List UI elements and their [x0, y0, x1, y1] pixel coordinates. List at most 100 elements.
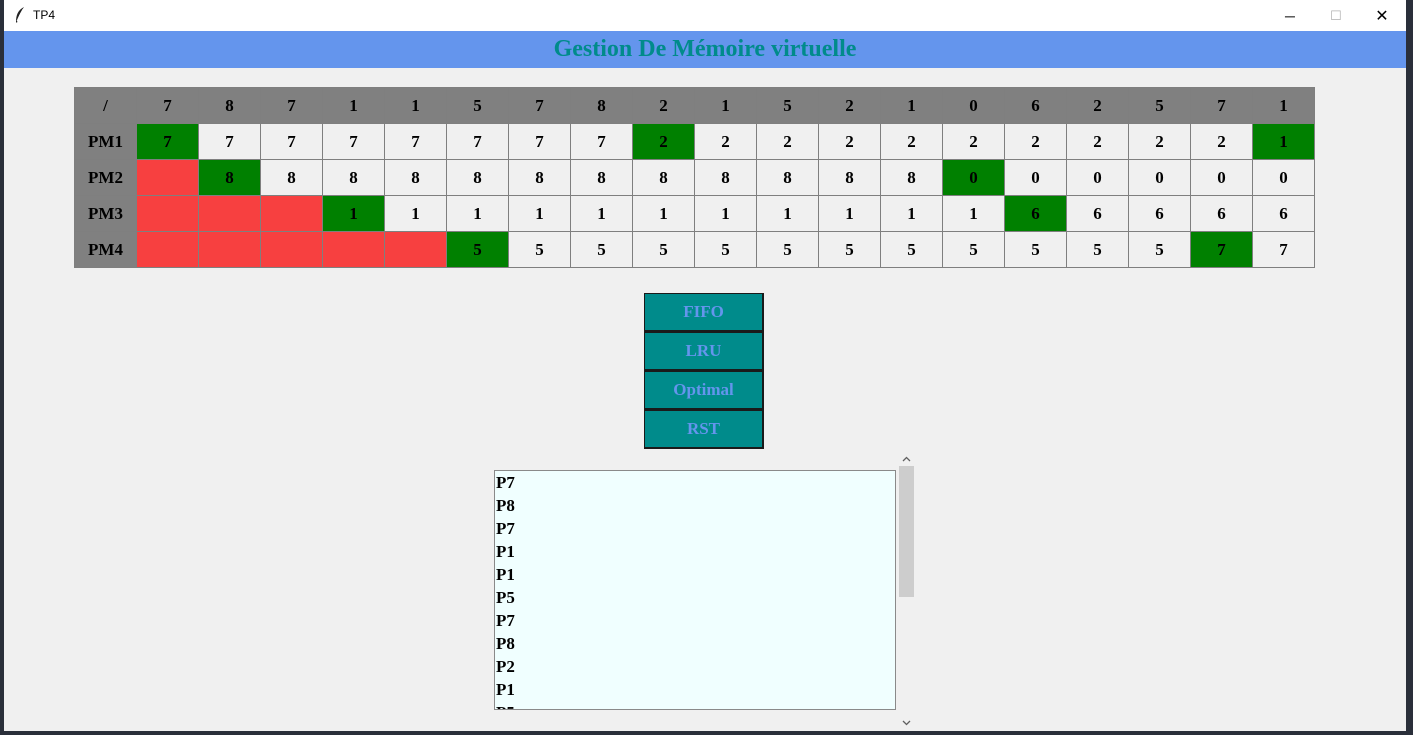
- frame-cell: 7: [322, 123, 385, 160]
- reference-cell: 1: [694, 87, 757, 124]
- reference-cell: 0: [942, 87, 1005, 124]
- page-fault-cell: 2: [632, 123, 695, 160]
- frame-cell: 1: [632, 195, 695, 232]
- list-item[interactable]: P7: [495, 517, 895, 540]
- list-item[interactable]: P8: [495, 494, 895, 517]
- log-scrollbar[interactable]: [898, 452, 915, 730]
- frame-cell: 2: [1004, 123, 1067, 160]
- frame-cell: 6: [1190, 195, 1253, 232]
- reference-cell: 2: [1066, 87, 1129, 124]
- list-item[interactable]: P2: [495, 655, 895, 678]
- frame-cell: 2: [818, 123, 881, 160]
- empty-frame-cell: [136, 231, 199, 268]
- optimal-button[interactable]: Optimal: [644, 371, 764, 410]
- reference-cell: 1: [322, 87, 385, 124]
- frame-cell: 7: [508, 123, 571, 160]
- reference-cell: 2: [818, 87, 881, 124]
- frame-cell: 1: [570, 195, 633, 232]
- frame-cell: 7: [1252, 231, 1315, 268]
- page-fault-cell: 6: [1004, 195, 1067, 232]
- frame-cell: 2: [1066, 123, 1129, 160]
- frame-cell: 5: [1004, 231, 1067, 268]
- frame-cell: 6: [1252, 195, 1315, 232]
- frame-cell: 7: [570, 123, 633, 160]
- list-item[interactable]: P1: [495, 540, 895, 563]
- reference-cell: 8: [198, 87, 261, 124]
- frame-cell: 2: [1128, 123, 1191, 160]
- frame-cell: 6: [1066, 195, 1129, 232]
- fifo-button[interactable]: FIFO: [644, 293, 764, 332]
- frame-cell: 5: [942, 231, 1005, 268]
- frame-cell: 1: [880, 195, 943, 232]
- list-item[interactable]: P1: [495, 563, 895, 586]
- minimize-button[interactable]: ─: [1267, 0, 1313, 31]
- maximize-button[interactable]: ☐: [1313, 0, 1359, 31]
- frame-cell: 5: [694, 231, 757, 268]
- reference-cell: 7: [1190, 87, 1253, 124]
- frame-cell: 8: [880, 159, 943, 196]
- reference-cell: 7: [136, 87, 199, 124]
- frame-cell: 5: [880, 231, 943, 268]
- list-item[interactable]: P5: [495, 701, 895, 709]
- frame-label: PM3: [74, 195, 137, 232]
- frame-cell: 5: [508, 231, 571, 268]
- algorithm-buttons: FIFO LRU Optimal RST: [644, 293, 764, 449]
- close-button[interactable]: ✕: [1359, 0, 1405, 31]
- window-title: TP4: [33, 8, 56, 22]
- empty-frame-cell: [322, 231, 385, 268]
- frame-row: PM3 1 1 1 1 1 1 1 1 1 1 1 6 6 6 6 6: [74, 195, 1315, 232]
- frame-cell: 0: [1128, 159, 1191, 196]
- frame-cell: 8: [818, 159, 881, 196]
- reference-cell: 7: [508, 87, 571, 124]
- frame-cell: 1: [818, 195, 881, 232]
- reference-cell: 5: [1128, 87, 1191, 124]
- corner-cell: /: [74, 87, 137, 124]
- frame-cell: 2: [694, 123, 757, 160]
- reset-button[interactable]: RST: [644, 410, 764, 449]
- frame-cell: 7: [198, 123, 261, 160]
- list-item[interactable]: P5: [495, 586, 895, 609]
- chevron-up-icon[interactable]: [898, 452, 915, 466]
- page-fault-cell: 5: [446, 231, 509, 268]
- list-item[interactable]: P7: [495, 471, 895, 494]
- scrollbar-thumb[interactable]: [899, 466, 914, 597]
- page-fault-cell: 1: [1252, 123, 1315, 160]
- empty-frame-cell: [198, 231, 261, 268]
- frame-cell: 1: [942, 195, 1005, 232]
- frame-cell: 8: [260, 159, 323, 196]
- frame-cell: 5: [818, 231, 881, 268]
- page-fault-cell: 8: [198, 159, 261, 196]
- frame-label: PM4: [74, 231, 137, 268]
- frame-cell: 8: [756, 159, 819, 196]
- frame-cell: 1: [446, 195, 509, 232]
- app-window: TP4 ─ ☐ ✕ Gestion De Mémoire virtuelle /…: [4, 0, 1406, 731]
- frame-cell: 5: [632, 231, 695, 268]
- frame-label: PM2: [74, 159, 137, 196]
- empty-frame-cell: [198, 195, 261, 232]
- list-item[interactable]: P1: [495, 678, 895, 701]
- header-banner: Gestion De Mémoire virtuelle: [4, 31, 1406, 68]
- empty-frame-cell: [260, 195, 323, 232]
- frame-cell: 5: [570, 231, 633, 268]
- frame-cell: 7: [260, 123, 323, 160]
- frame-cell: 0: [1252, 159, 1315, 196]
- page-fault-cell: 7: [1190, 231, 1253, 268]
- reference-cell: 8: [570, 87, 633, 124]
- page-frame-table: /7 8 7 1 1 5 7 8 2 1 5 2 1 0 6 2 5 7 1 PM1 7 7 7 7 7 7 7 7 2 2 2 2 2 2 2 2 2…: [74, 87, 1315, 268]
- frame-cell: 6: [1128, 195, 1191, 232]
- frame-row: PM1 7 7 7 7 7 7 7 7 2 2 2 2 2 2 2 2 2 2 1: [74, 123, 1315, 160]
- list-item[interactable]: P7: [495, 609, 895, 632]
- lru-button[interactable]: LRU: [644, 332, 764, 371]
- page-fault-cell: 0: [942, 159, 1005, 196]
- chevron-down-icon[interactable]: [898, 716, 915, 730]
- title-bar: TP4 ─ ☐ ✕: [4, 0, 1406, 31]
- feather-icon: [16, 7, 24, 23]
- page-fault-cell: 1: [322, 195, 385, 232]
- empty-frame-cell: [260, 231, 323, 268]
- log-listbox[interactable]: P7P8P7P1P1P5P7P8P2P1P5: [494, 470, 896, 710]
- page-fault-cell: 7: [136, 123, 199, 160]
- list-item[interactable]: P8: [495, 632, 895, 655]
- frame-cell: 0: [1004, 159, 1067, 196]
- reference-cell: 5: [756, 87, 819, 124]
- frame-cell: 1: [508, 195, 571, 232]
